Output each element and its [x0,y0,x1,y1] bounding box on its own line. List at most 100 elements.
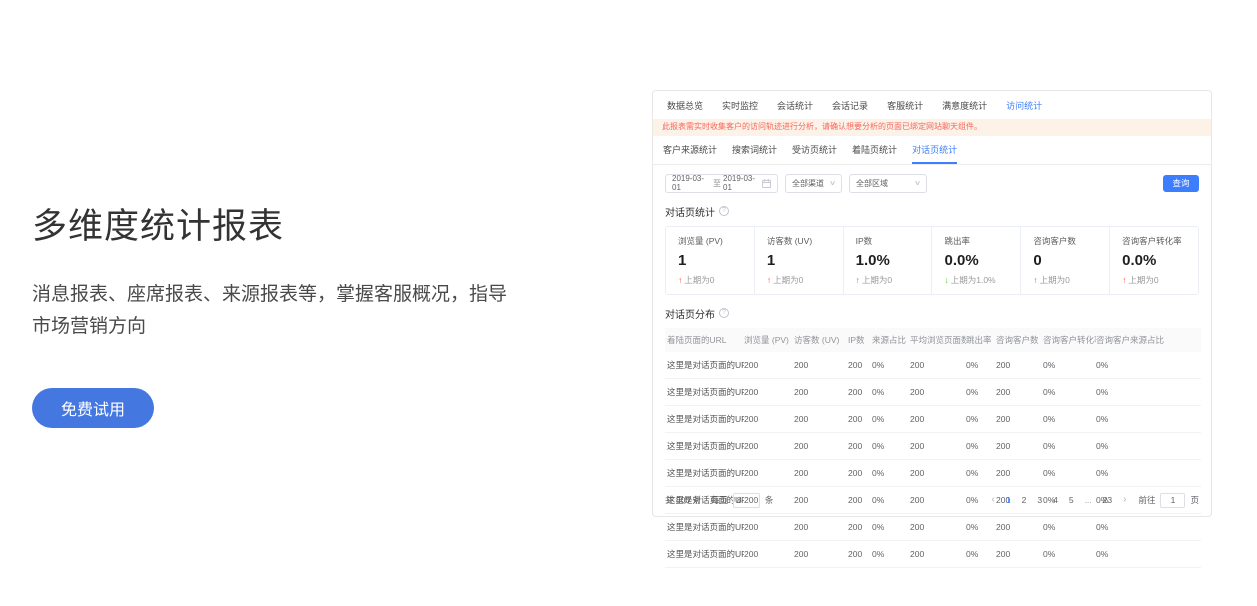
table-cell: 0% [966,405,996,432]
table-cell: 200 [794,513,848,540]
table-cell: 200 [996,540,1043,567]
table-cell: 0% [1043,459,1096,486]
table-cell: 0% [1043,432,1096,459]
stat-label: 访客数 (UV) [767,235,839,247]
table-cell: 200 [744,540,794,567]
url-cell: 这里是对话页面的URL [665,378,744,405]
sub-tab-1[interactable]: 搜索词统计 [732,143,777,164]
per-page-control: 每页 8 ▾ 条 [711,493,774,508]
pagination-bar: 共 800 条 每页 8 ▾ 条 ‹ 12345...23 › 前往 页 [665,489,1199,511]
page-number-23[interactable]: 23 [1103,495,1112,505]
table-cell: 200 [848,378,872,405]
table-row: 这里是对话页面的URL2002002000%2000%2000%0% [665,459,1201,486]
stat-card-2: IP数1.0%↑上期为0 [843,227,932,294]
top-tab-4[interactable]: 客服统计 [887,99,923,112]
table-cell: 0% [872,513,910,540]
table-cell: 0% [1096,540,1201,567]
page-number-2[interactable]: 2 [1022,495,1027,505]
distribution-table: 着陆页面的URL浏览量 (PV)访客数 (UV)IP数来源占比平均浏览页面数跳出… [665,328,1201,568]
table-cell: 200 [744,378,794,405]
date-separator: 至 [713,178,721,189]
table-row: 这里是对话页面的URL2002002000%2000%2000%0% [665,378,1201,405]
column-header-3: IP数 [848,328,872,352]
goto-page-input[interactable] [1160,493,1185,508]
top-tab-6[interactable]: 访问统计 [1006,99,1042,112]
next-page-icon[interactable]: › [1123,495,1126,505]
table-cell: 200 [794,540,848,567]
per-page-value: 8 [737,495,742,505]
sub-tab-4[interactable]: 对话页统计 [912,143,957,164]
table-cell: 200 [794,405,848,432]
table-header-row: 着陆页面的URL浏览量 (PV)访客数 (UV)IP数来源占比平均浏览页面数跳出… [665,328,1201,352]
url-cell: 这里是对话页面的URL [665,432,744,459]
top-tab-0[interactable]: 数据总览 [667,99,703,112]
stat-value: 0.0% [1122,252,1194,269]
stat-prev-label: 上期为0 [862,275,892,285]
top-tab-2[interactable]: 会话统计 [777,99,813,112]
table-cell: 200 [744,405,794,432]
page-number-4[interactable]: 4 [1053,495,1058,505]
table-cell: 200 [848,540,872,567]
trend-up-icon: ↑ [678,275,682,285]
table-cell: 0% [966,540,996,567]
table-cell: 0% [872,540,910,567]
stat-card-1: 访客数 (UV)1↑上期为0 [754,227,843,294]
table-cell: 200 [996,513,1043,540]
region-select[interactable]: 全部区域 ∨ [849,174,927,193]
top-tab-3[interactable]: 会话记录 [832,99,868,112]
per-page-suffix: 条 [765,494,774,506]
top-tab-1[interactable]: 实时监控 [722,99,758,112]
page-number-5[interactable]: 5 [1069,495,1074,505]
table-cell: 0% [1043,405,1096,432]
table-cell: 200 [910,378,966,405]
date-start-value: 2019-03-01 [672,174,711,192]
sub-tab-3[interactable]: 着陆页统计 [852,143,897,164]
help-icon[interactable]: ? [719,308,729,318]
stat-prev-label: 上期为0 [1128,275,1158,285]
table-cell: 200 [910,405,966,432]
sub-tab-2[interactable]: 受访页统计 [792,143,837,164]
stat-prev-label: 上期为0 [1040,275,1070,285]
stats-section-title: 对话页统计 [665,204,715,219]
search-button[interactable]: 查询 [1163,175,1199,192]
notice-text: 此报表需实时收集客户的访问轨迹进行分析，请确认想要分析的页面已绑定网站聊天组件。 [662,122,982,131]
help-icon[interactable]: ? [719,206,729,216]
table-cell: 0% [1096,378,1201,405]
table-row: 这里是对话页面的URL2002002000%2000%2000%0% [665,405,1201,432]
page-number-3[interactable]: 3 [1037,495,1042,505]
free-trial-button[interactable]: 免费试用 [32,388,154,428]
table-cell: 200 [794,352,848,379]
table-cell: 200 [996,459,1043,486]
table-cell: 200 [794,378,848,405]
distribution-section-header: 对话页分布 ? [665,306,1199,321]
stat-prev-label: 上期为0 [684,275,714,285]
table-cell: 0% [872,352,910,379]
stat-value: 1.0% [856,252,928,269]
page-number-1[interactable]: 1 [1006,495,1011,505]
top-tabs: 数据总览 实时监控 会话统计 会话记录 客服统计 满意度统计 访问统计 [653,91,1211,119]
date-end-value: 2019-03-01 [723,174,762,192]
trend-up-icon: ↑ [1033,275,1037,285]
chevron-down-icon: ∨ [829,179,836,187]
column-header-8: 咨询客户转化率 [1043,328,1096,352]
dashboard-panel: 数据总览 实时监控 会话统计 会话记录 客服统计 满意度统计 访问统计 此报表需实时收集客户… [652,90,1212,517]
stat-value: 1 [767,252,839,269]
page-title: 多维度统计报表 [32,198,572,249]
per-page-select[interactable]: 8 ▾ [733,493,760,508]
stat-label: 跳出率 [944,235,1016,247]
date-range-input[interactable]: 2019-03-01 至 2019-03-01 [665,174,778,193]
stat-value: 0.0% [944,252,1016,269]
table-row: 这里是对话页面的URL2002002000%2000%2000%0% [665,352,1201,379]
table-cell: 0% [1096,352,1201,379]
total-count-label: 共 800 条 [665,494,701,506]
stat-trend: ↑上期为0 [1122,274,1194,286]
prev-page-icon[interactable]: ‹ [992,495,995,505]
sub-tab-0[interactable]: 客户来源统计 [663,143,717,164]
per-page-prefix: 每页 [711,494,728,506]
chevron-down-icon: ▾ [753,497,756,504]
top-tab-5[interactable]: 满意度统计 [942,99,987,112]
table-cell: 200 [744,432,794,459]
url-cell: 这里是对话页面的URL [665,405,744,432]
channel-select[interactable]: 全部渠道 ∨ [785,174,842,193]
goto-suffix: 页 [1190,494,1199,506]
